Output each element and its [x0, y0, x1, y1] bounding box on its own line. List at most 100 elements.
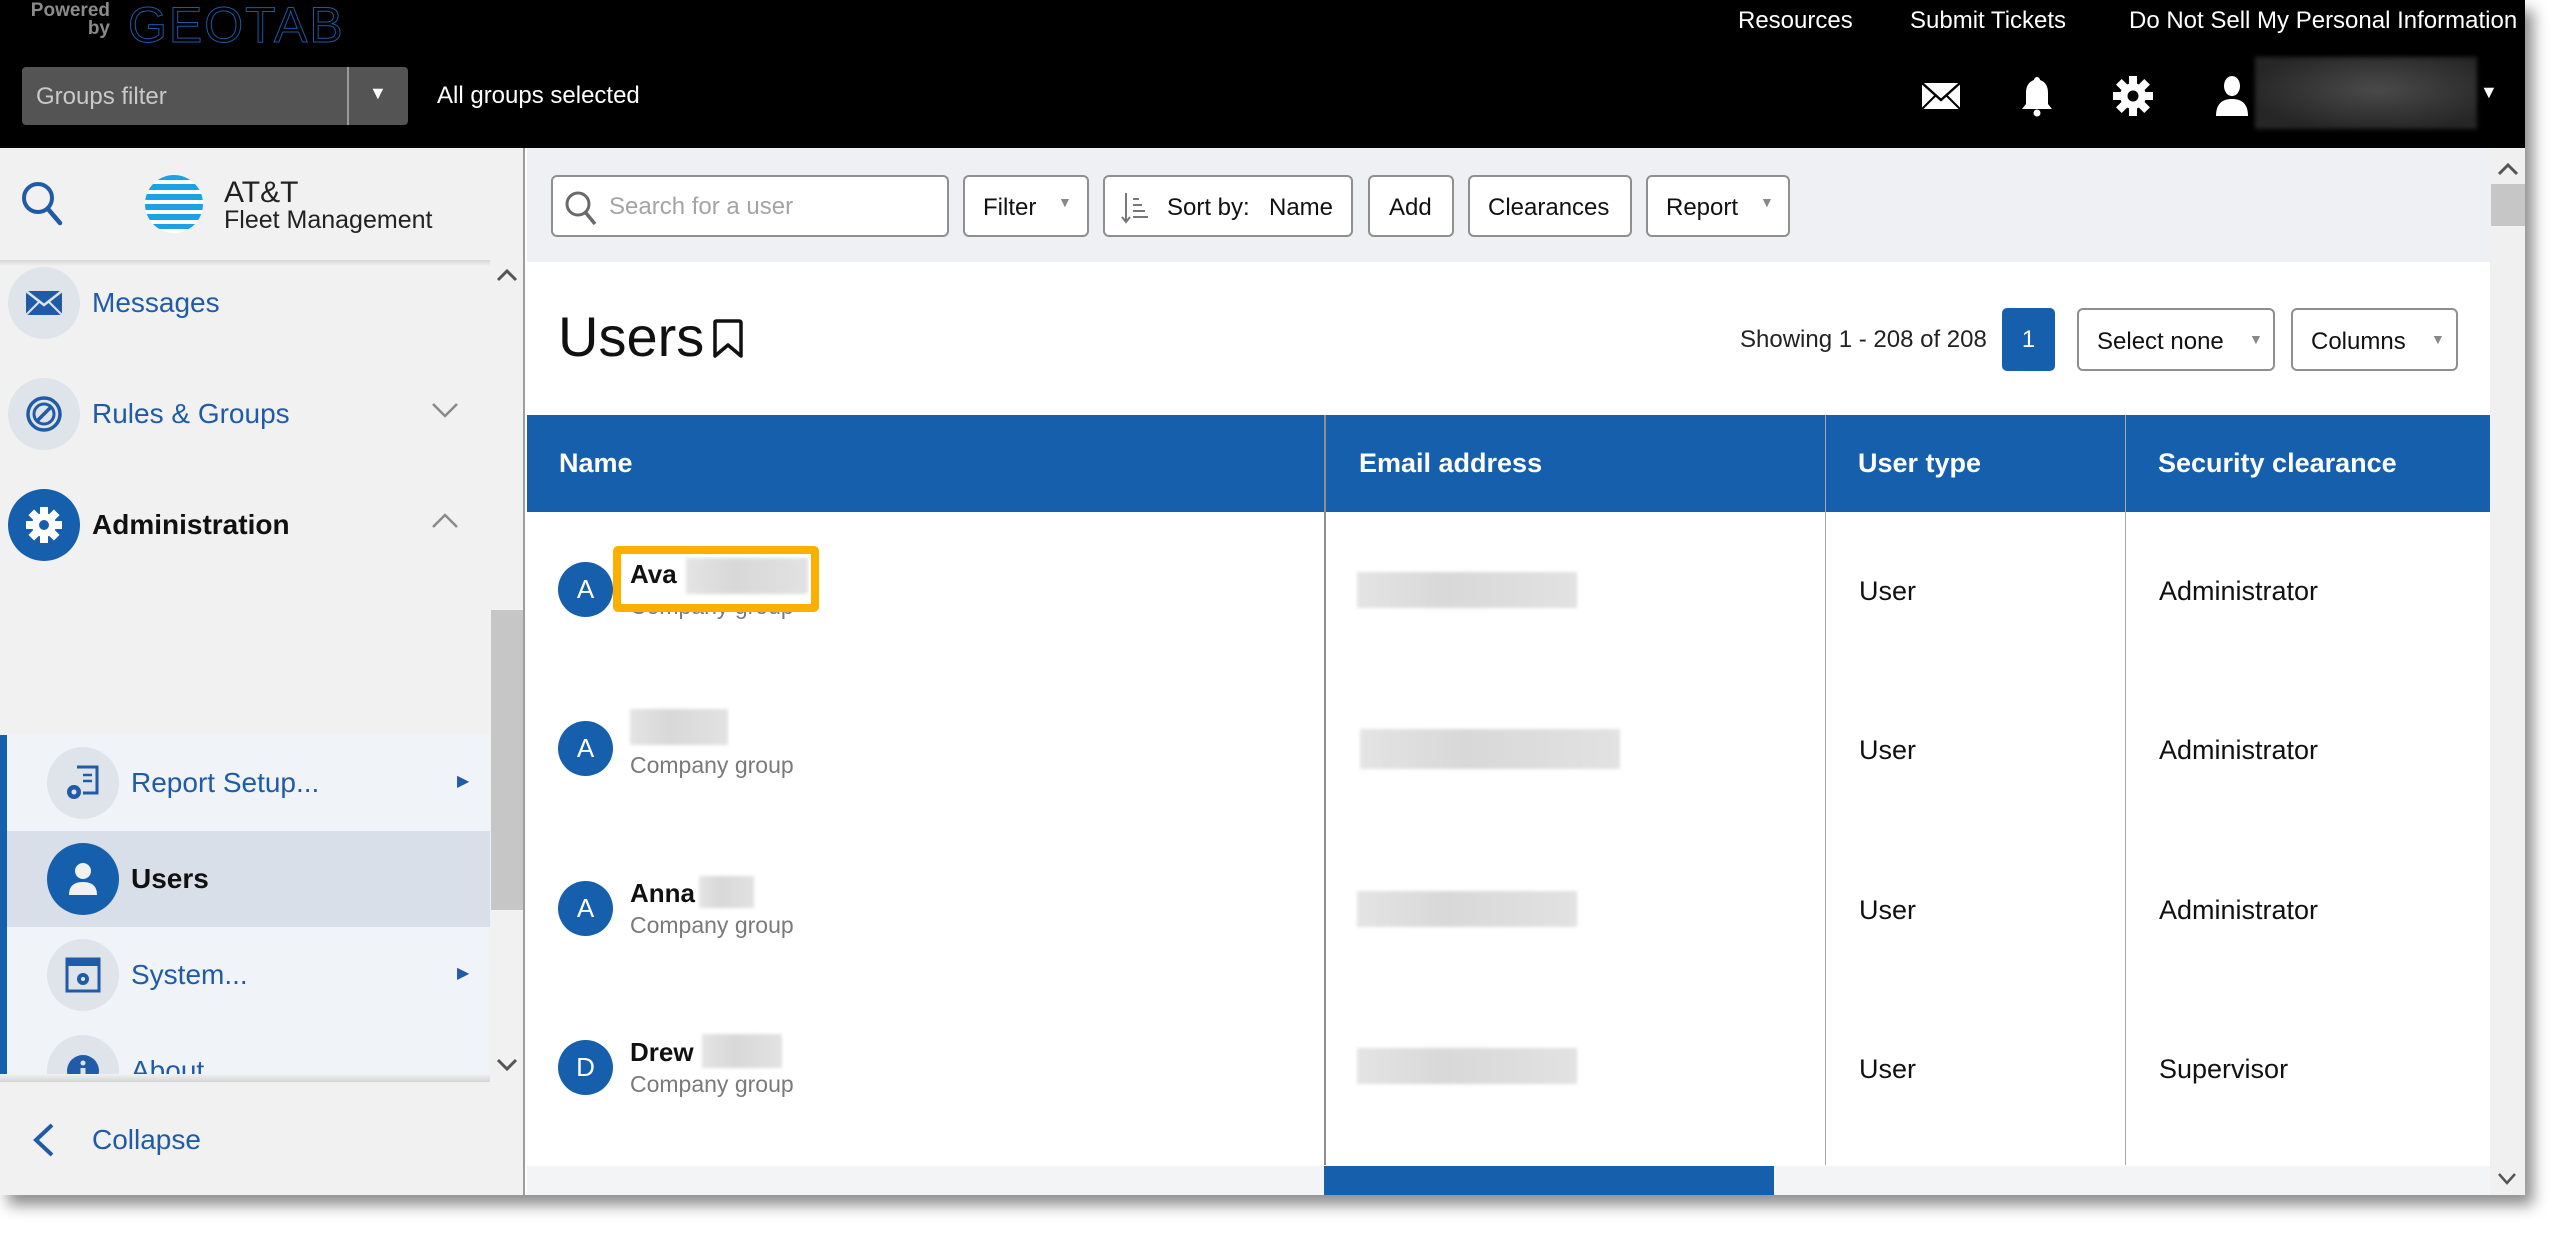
vertical-scrollbar-thumb[interactable] [2491, 184, 2525, 226]
user-name[interactable]: Anna [630, 878, 695, 909]
sidebar-scrollbar[interactable] [490, 260, 523, 1080]
users-table: Name Email address User type Security cl… [527, 415, 2490, 1165]
scroll-down-icon[interactable] [2496, 1172, 2518, 1185]
att-globe-logo [143, 173, 205, 235]
submit-tickets-link[interactable]: Submit Tickets [1910, 7, 2066, 35]
user-name-redacted[interactable] [2255, 57, 2477, 129]
scroll-up-icon[interactable] [2496, 162, 2520, 176]
user-search-field[interactable] [551, 175, 949, 237]
groups-filter-placeholder: Groups filter [36, 83, 167, 110]
add-button[interactable]: Add [1368, 175, 1454, 237]
user-name[interactable]: Drew [630, 1037, 694, 1068]
sidebar-item-label: Administration [92, 509, 290, 540]
column-header-security-clearance[interactable]: Security clearance [2126, 415, 2490, 512]
columns-dropdown[interactable]: Columns ▼ [2291, 308, 2458, 371]
user-icon [69, 863, 97, 895]
nav-icon-container [47, 939, 119, 1011]
redacted-last-name [686, 558, 808, 594]
sidebar-item-report-setup[interactable]: Report Setup... ▶ [7, 735, 490, 831]
sidebar-nav: Messages Rules & Groups Administration R… [0, 260, 490, 1080]
sidebar-scroll-shadow [0, 260, 490, 266]
table-row[interactable]: A Company group Ava User Administrator [527, 512, 2490, 671]
user-icon[interactable] [2210, 74, 2254, 118]
sort-value: Name [1269, 194, 1334, 221]
table-header: Name Email address User type Security cl… [527, 415, 2490, 512]
sidebar-item-label: System... [131, 959, 248, 990]
app-window: Powered by GEOTAB Groups filter ▼ All gr… [0, 0, 2525, 1195]
sidebar-item-rules-groups[interactable]: Rules & Groups [0, 366, 490, 462]
avatar: A [558, 721, 613, 776]
collapse-label: Collapse [92, 1124, 201, 1155]
sidebar-item-system[interactable]: System... ▶ [7, 927, 490, 1023]
table-row[interactable]: D Drew Company group User Supervisor [527, 990, 2490, 1149]
nav-icon-container [8, 267, 80, 339]
user-group: Company group [630, 912, 794, 938]
chevron-left-icon [33, 1123, 54, 1157]
add-label: Add [1389, 194, 1432, 221]
sidebar-scrollbar-thumb[interactable] [491, 610, 523, 910]
gear-icon[interactable] [2111, 74, 2155, 118]
sidebar-item-messages[interactable]: Messages [0, 260, 490, 351]
gear-icon [26, 507, 62, 543]
horizontal-scrollbar-thumb[interactable] [1324, 1166, 1774, 1195]
user-group: Company group [630, 752, 794, 778]
user-group: Company group [630, 1071, 794, 1097]
groups-filter-dropdown[interactable]: Groups filter ▼ [22, 67, 408, 125]
sidebar: AT&T Fleet Management Messages Rules & G… [0, 148, 525, 1195]
chevron-down-icon[interactable]: ▼ [2480, 82, 2498, 103]
report-button[interactable]: Report ▼ [1646, 175, 1790, 237]
groups-status-text: All groups selected [437, 82, 640, 109]
chevron-down-icon: ▼ [1760, 194, 1774, 210]
nav-icon-container [8, 378, 80, 450]
chevron-down-icon[interactable] [430, 400, 460, 420]
search-input[interactable] [609, 189, 939, 225]
table-row[interactable]: A Anna Company group User Administrator [527, 831, 2490, 990]
table-row[interactable]: A Company group User Administrator [527, 671, 2490, 830]
envelope-icon [25, 290, 63, 316]
chevron-down-icon: ▼ [2431, 331, 2445, 347]
scroll-down-icon[interactable] [495, 1058, 519, 1072]
main-content: Filter ▼ Sort by: Name Add Clearances Re… [527, 148, 2490, 1195]
select-none-dropdown[interactable]: Select none ▼ [2077, 308, 2275, 371]
chevron-down-icon: ▼ [2249, 331, 2263, 347]
user-type-cell: User [1859, 576, 1917, 606]
resources-link[interactable]: Resources [1738, 7, 1853, 35]
collapse-button[interactable]: Collapse [0, 1098, 490, 1178]
clearances-button[interactable]: Clearances [1468, 175, 1632, 237]
top-header: Powered by GEOTAB Groups filter ▼ All gr… [0, 0, 2525, 148]
report-setup-icon [67, 765, 99, 799]
column-header-user-type[interactable]: User type [1826, 415, 2124, 512]
chevron-down-icon: ▼ [1058, 194, 1072, 210]
sidebar-item-administration[interactable]: Administration [0, 477, 490, 573]
avatar: A [558, 881, 613, 936]
search-icon[interactable] [18, 178, 66, 230]
page-1-button[interactable]: 1 [2002, 308, 2055, 371]
do-not-sell-link[interactable]: Do Not Sell My Personal Information [2129, 7, 2517, 35]
bookmark-icon[interactable] [710, 318, 746, 360]
nav-icon-container [47, 843, 119, 915]
horizontal-scrollbar[interactable] [527, 1166, 2490, 1195]
sidebar-item-about[interactable]: About [7, 1023, 490, 1080]
security-clearance-cell: Administrator [2159, 895, 2319, 925]
geotab-logo[interactable]: GEOTAB [128, 0, 345, 54]
bell-icon[interactable] [2015, 74, 2059, 118]
sidebar-item-users[interactable]: Users [7, 831, 490, 927]
vertical-scrollbar[interactable] [2490, 148, 2525, 1195]
sort-prefix: Sort by: [1167, 194, 1250, 221]
sort-button[interactable]: Sort by: Name [1103, 175, 1353, 237]
chevron-up-icon[interactable] [430, 511, 460, 531]
mail-icon[interactable] [1919, 74, 1963, 118]
user-name[interactable]: Ava [630, 559, 677, 590]
security-clearance-cell: Supervisor [2159, 1054, 2289, 1084]
page-title: Users [558, 305, 705, 368]
scroll-up-icon[interactable] [495, 268, 519, 282]
column-header-email[interactable]: Email address [1327, 415, 1825, 512]
nav-icon-container [8, 489, 80, 561]
filter-button[interactable]: Filter ▼ [963, 175, 1089, 237]
select-none-label: Select none [2097, 328, 2224, 355]
results-count: Showing 1 - 208 of 208 [1740, 326, 1987, 353]
chevron-down-icon[interactable]: ▼ [369, 83, 387, 104]
column-header-name[interactable]: Name [527, 415, 1325, 512]
security-clearance-cell: Administrator [2159, 735, 2319, 765]
administration-submenu: Report Setup... ▶ Users System... ▶ Abou… [0, 735, 490, 1080]
